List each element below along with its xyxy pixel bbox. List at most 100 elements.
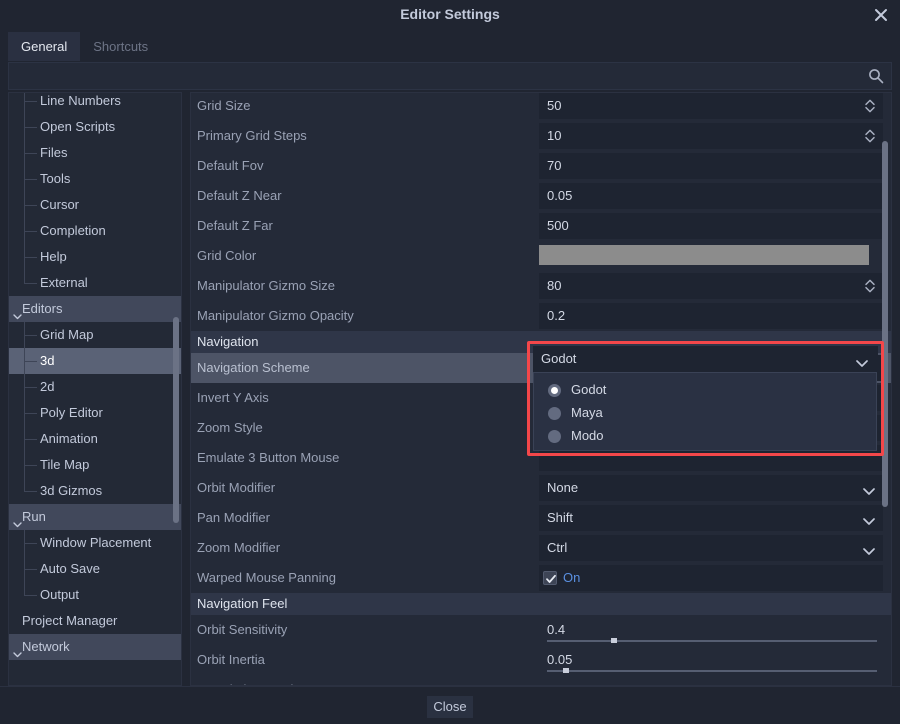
checkbox-container[interactable]: On [539,565,883,591]
sidebar-item-label: Help [9,249,67,264]
close-icon[interactable] [870,4,892,26]
property-value-field[interactable]: 10 [539,123,883,149]
settings-row-warped-mouse-panning[interactable]: Warped Mouse PanningOn [191,563,891,593]
sidebar-item-run[interactable]: Run [9,504,182,530]
sidebar-scrollbar-thumb[interactable] [173,317,179,523]
sidebar-item-files[interactable]: Files [9,140,182,166]
sidebar-item-project-manager[interactable]: Project Manager [9,608,182,634]
sidebar-item-tools[interactable]: Tools [9,166,182,192]
property-value: 0.15 [547,677,572,686]
sidebar-item-label: Grid Map [9,327,93,342]
property-value: 70 [547,153,561,179]
settings-scrollbar-thumb[interactable] [882,141,888,507]
property-value-field[interactable]: Shift [539,505,883,531]
settings-row-manipulator-gizmo-opacity[interactable]: Manipulator Gizmo Opacity0.2 [191,301,891,331]
search-input[interactable] [15,63,855,89]
spinner-updown-icon[interactable] [864,278,876,294]
sidebar-item-tile-map[interactable]: Tile Map [9,452,182,478]
sidebar-item-grid-map[interactable]: Grid Map [9,322,182,348]
navigation-scheme-dropdown[interactable]: Godot [533,346,878,372]
sidebar-item-cursor[interactable]: Cursor [9,192,182,218]
tree-root: Line Numbers Open ScriptsFilesToolsCursor… [9,92,182,660]
slider-grabber[interactable] [611,638,617,643]
property-label: Orbit Sensitivity [197,615,287,645]
slider-track[interactable] [547,670,877,672]
property-value-field[interactable]: 80 [539,273,883,299]
chevron-down-icon[interactable] [863,483,875,492]
sidebar-item-label: 3d [9,353,54,368]
property-value-field[interactable]: Ctrl [539,535,883,561]
slider-track[interactable] [547,640,877,642]
sidebar-item-label: Editors [9,301,62,316]
dropdown-option-maya[interactable]: Maya [534,401,876,424]
dropdown-option-modo[interactable]: Modo [534,424,876,447]
sidebar-item-3d[interactable]: 3d [9,348,182,374]
settings-row-default-z-far[interactable]: Default Z Far500 [191,211,891,241]
sidebar-item-label: Line Numbers [9,93,121,108]
property-value-field[interactable]: 70 [539,153,883,179]
slider-grabber[interactable] [563,668,569,673]
settings-row-orbit-inertia[interactable]: Orbit Inertia0.05 [191,645,891,675]
settings-row-manipulator-gizmo-size[interactable]: Manipulator Gizmo Size 80 [191,271,891,301]
property-value-field[interactable]: None [539,475,883,501]
dropdown-option-godot[interactable]: Godot [534,378,876,401]
settings-row-translation-inertia[interactable]: Translation Inertia 0.15 [191,675,891,686]
settings-row-orbit-sensitivity[interactable]: Orbit Sensitivity0.4 [191,615,891,645]
property-value-field[interactable]: 0.15 [539,677,883,686]
settings-row-default-z-near[interactable]: Default Z Near0.05 [191,181,891,211]
close-button[interactable]: Close [427,696,473,718]
dropdown-option-label: Modo [571,428,604,443]
property-value-field[interactable]: 500 [539,213,883,239]
sidebar-item-completion[interactable]: Completion [9,218,182,244]
sidebar-item-label: Run [9,509,46,524]
tabbar: General Shortcuts [8,32,892,61]
sidebar-item-auto-save[interactable]: Auto Save [9,556,182,582]
property-label: Orbit Modifier [197,473,275,503]
settings-category-tree[interactable]: Line Numbers Open ScriptsFilesToolsCursor… [8,92,182,686]
sidebar-item-external[interactable]: External [9,270,182,296]
navigation-scheme-option-list[interactable]: GodotMaya Modo [533,372,877,451]
property-value-field[interactable]: 0.2 [539,303,883,329]
color-swatch[interactable] [539,245,869,265]
sidebar-item-window-placement[interactable]: Window Placement [9,530,182,556]
settings-row-pan-modifier[interactable]: Pan ModifierShift [191,503,891,533]
settings-row-default-fov[interactable]: Default Fov70 [191,151,891,181]
spinner-updown-icon[interactable] [864,128,876,144]
sidebar-item-help[interactable]: Help [9,244,182,270]
sidebar-item-label: Completion [9,223,106,238]
radio-icon [548,384,561,397]
property-label: Zoom Style [197,413,263,443]
sidebar-item-animation[interactable]: Animation [9,426,182,452]
sidebar-item-editors[interactable]: Editors [9,296,182,322]
property-value-field[interactable]: 0.05 [539,183,883,209]
chevron-down-icon[interactable] [863,513,875,522]
property-value: 10 [547,123,561,149]
property-label: Manipulator Gizmo Size [197,271,335,301]
settings-row-zoom-modifier[interactable]: Zoom ModifierCtrl [191,533,891,563]
sidebar-item-label: Poly Editor [9,405,103,420]
sidebar-item-line-numbers[interactable]: Line Numbers [9,92,182,114]
sidebar-item-output[interactable]: Output [9,582,182,608]
settings-row-grid-color[interactable]: Grid Color [191,241,891,271]
property-label: Grid Color [197,241,256,271]
settings-row-orbit-modifier[interactable]: Orbit Modifier None [191,473,891,503]
property-label: Primary Grid Steps [197,121,307,151]
sidebar-item-network[interactable]: Network [9,634,182,660]
dialog-footer: Close [0,686,900,724]
settings-row-grid-size[interactable]: Grid Size50 [191,92,891,121]
sidebar-item-2d[interactable]: 2d [9,374,182,400]
tab-general[interactable]: General [8,32,80,61]
sidebar-item-poly-editor[interactable]: Poly Editor [9,400,182,426]
settings-row-primary-grid-steps[interactable]: Primary Grid Steps 10 [191,121,891,151]
tab-shortcuts[interactable]: Shortcuts [80,32,161,61]
page-title: Editor Settings [0,0,900,28]
checkbox[interactable] [543,571,557,585]
property-value-field[interactable]: 50 [539,93,883,119]
chevron-down-icon[interactable] [863,543,875,552]
sidebar-item-open-scripts[interactable]: Open Scripts [9,114,182,140]
sidebar-item-3d-gizmos[interactable]: 3d Gizmos [9,478,182,504]
sidebar-item-label: 3d Gizmos [9,483,102,498]
property-label: Emulate 3 Button Mouse [197,443,339,473]
spinner-updown-icon[interactable] [864,98,876,114]
property-label: Translation Inertia [197,675,301,686]
